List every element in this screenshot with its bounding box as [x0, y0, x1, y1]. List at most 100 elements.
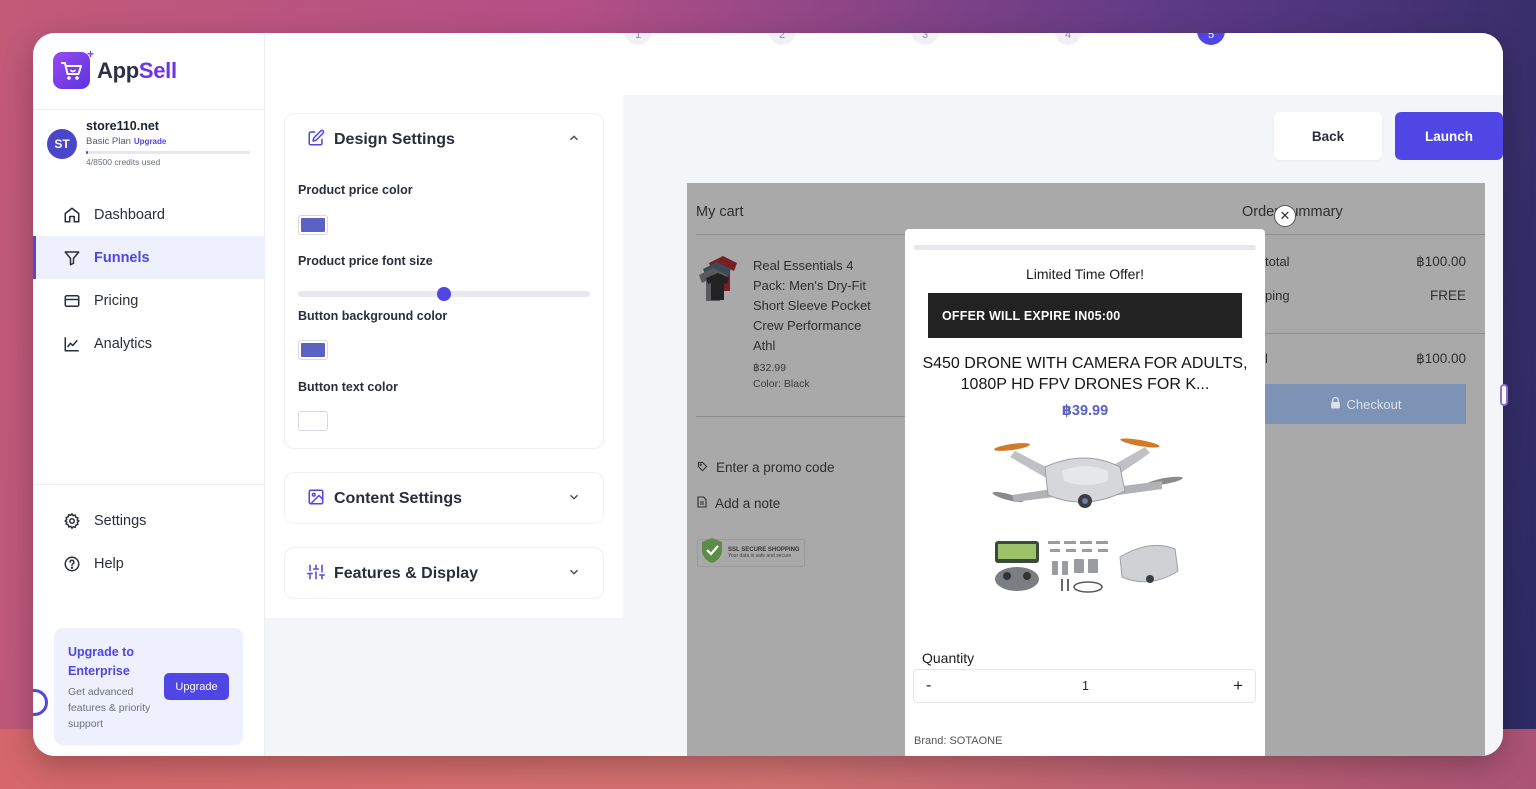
features-display-title: Features & Display	[334, 565, 479, 582]
checkout-button[interactable]: Checkout	[1265, 384, 1466, 424]
step-1[interactable]: 1	[624, 33, 652, 45]
cart-logo-icon: +	[53, 47, 94, 89]
plan-label: Basic Plan Upgrade	[86, 136, 167, 147]
divider	[1242, 234, 1485, 235]
nav-pricing[interactable]: Pricing	[33, 279, 265, 322]
offer-heading: Limited Time Offer!	[1025, 266, 1144, 282]
nav-label: Analytics	[94, 335, 153, 352]
nav-funnels[interactable]: Funnels	[33, 236, 265, 279]
nav-settings[interactable]: Settings	[33, 499, 265, 542]
font-size-slider[interactable]	[298, 287, 590, 301]
step-2[interactable]: 2	[768, 33, 796, 45]
cart-item-color: Color: Black	[753, 378, 810, 390]
features-display-header[interactable]: Features & Display	[285, 548, 603, 600]
offer-countdown-banner: OFFER WILL EXPIRE IN05:00	[928, 293, 1242, 338]
close-icon[interactable]: ✕	[1274, 205, 1296, 227]
button-bg-color-swatch[interactable]	[298, 340, 328, 360]
chevron-down-icon[interactable]	[567, 490, 581, 509]
shield-check-icon	[700, 537, 724, 569]
button-text-label: Button text color	[298, 380, 398, 394]
chevron-down-icon[interactable]	[567, 565, 581, 584]
promo-code-link[interactable]: Enter a promo code	[697, 460, 835, 475]
modal-progress-bar	[914, 245, 1256, 250]
upgrade-button[interactable]: Upgrade	[164, 673, 229, 700]
cart-item-name[interactable]: Real Essentials 4 Pack: Men's Dry-Fit Sh…	[753, 256, 873, 356]
note-icon	[697, 496, 707, 511]
upgrade-card: Upgrade to Enterprise Get advanced featu…	[54, 628, 243, 745]
divider	[1242, 333, 1485, 334]
logo[interactable]: + AppSell	[53, 47, 177, 89]
home-icon	[63, 206, 81, 224]
button-bg-label: Button background color	[298, 309, 448, 323]
nav-help[interactable]: Help	[33, 542, 265, 585]
store-cart-preview: My cart Real Essentials 4 Pack: Men's Dr…	[687, 183, 1485, 756]
cart-title: My cart	[696, 204, 744, 220]
credits-progress-bar	[86, 151, 250, 154]
design-settings-header[interactable]: Design Settings	[285, 114, 603, 166]
step-4[interactable]: 4	[1054, 33, 1082, 45]
subtotal-label: total	[1265, 254, 1290, 269]
product-price: ฿39.99	[1061, 403, 1109, 419]
design-settings-title: Design Settings	[334, 131, 455, 148]
side-handle-icon[interactable]	[1500, 384, 1508, 406]
quantity-value[interactable]: 1	[914, 679, 1257, 693]
price-color-swatch[interactable]	[298, 215, 328, 235]
content-settings-title: Content Settings	[334, 490, 462, 507]
increase-quantity-button[interactable]: +	[1233, 676, 1243, 696]
chevron-up-icon[interactable]	[567, 131, 581, 150]
step-3[interactable]: 3	[911, 33, 939, 45]
price-color-fill	[301, 218, 325, 232]
preview-area: Back Launch My cart Real Essentials 4 Pa…	[623, 95, 1503, 756]
product-image	[990, 429, 1190, 614]
divider	[33, 109, 265, 110]
nav-label: Funnels	[94, 249, 150, 266]
nav-label: Pricing	[94, 292, 139, 309]
step-5[interactable]: 5	[1197, 33, 1225, 45]
cart-item-price: ฿32.99	[753, 362, 786, 374]
store-name: store110.net	[86, 119, 159, 133]
shipping-label: ping	[1265, 288, 1290, 303]
cart-item-image	[699, 253, 747, 308]
funnel-icon	[63, 249, 81, 267]
tag-icon	[697, 460, 708, 475]
ssl-subtitle: Your data is safe and secure	[728, 553, 792, 559]
support-chat-icon[interactable]	[33, 689, 48, 716]
ssl-secure-badge: SSL SECURE SHOPPING Your data is safe an…	[697, 537, 805, 569]
features-display-card[interactable]: Features & Display	[284, 547, 604, 599]
credits-progress-fill	[86, 151, 88, 154]
total-label: l	[1265, 351, 1268, 366]
lock-icon	[1330, 396, 1341, 412]
upgrade-card-description: Get advanced features & priority support	[68, 686, 151, 730]
button-text-color-swatch[interactable]	[298, 411, 328, 431]
content-settings-card[interactable]: Content Settings	[284, 472, 604, 524]
nav-analytics[interactable]: Analytics	[33, 322, 265, 365]
plus-icon: +	[86, 47, 94, 61]
slider-knob[interactable]	[437, 287, 451, 301]
settings-panel: Design Settings Product price color Prod…	[265, 95, 623, 756]
subtotal-value: ฿100.00	[1416, 254, 1466, 269]
content-settings-header[interactable]: Content Settings	[285, 473, 603, 525]
quantity-label: Quantity	[922, 650, 975, 666]
font-size-label: Product price font size	[298, 254, 433, 268]
product-brand: Brand: SOTAONE	[914, 735, 1003, 747]
upgrade-link[interactable]: Upgrade	[134, 137, 166, 146]
button-text-color-fill	[301, 414, 325, 428]
chart-line-icon	[63, 335, 81, 353]
brand-name: AppSell	[97, 57, 177, 83]
credits-used: 4/8500 credits used	[86, 157, 161, 167]
design-settings-card: Design Settings Product price color Prod…	[284, 113, 604, 449]
sliders-icon	[307, 563, 325, 586]
upgrade-card-title: Upgrade to Enterprise	[68, 645, 134, 678]
gear-icon	[63, 512, 81, 530]
back-button[interactable]: Back	[1274, 112, 1382, 160]
divider	[33, 484, 265, 485]
avatar[interactable]: ST	[47, 129, 77, 159]
nav-label: Dashboard	[94, 206, 165, 223]
launch-button[interactable]: Launch	[1395, 112, 1503, 160]
nav-label: Help	[94, 555, 124, 572]
nav-dashboard[interactable]: Dashboard	[33, 193, 265, 236]
add-note-link[interactable]: Add a note	[697, 496, 780, 511]
upsell-offer-modal: Limited Time Offer! OFFER WILL EXPIRE IN…	[905, 229, 1265, 756]
button-bg-color-fill	[301, 343, 325, 357]
shipping-value: FREE	[1429, 288, 1466, 303]
